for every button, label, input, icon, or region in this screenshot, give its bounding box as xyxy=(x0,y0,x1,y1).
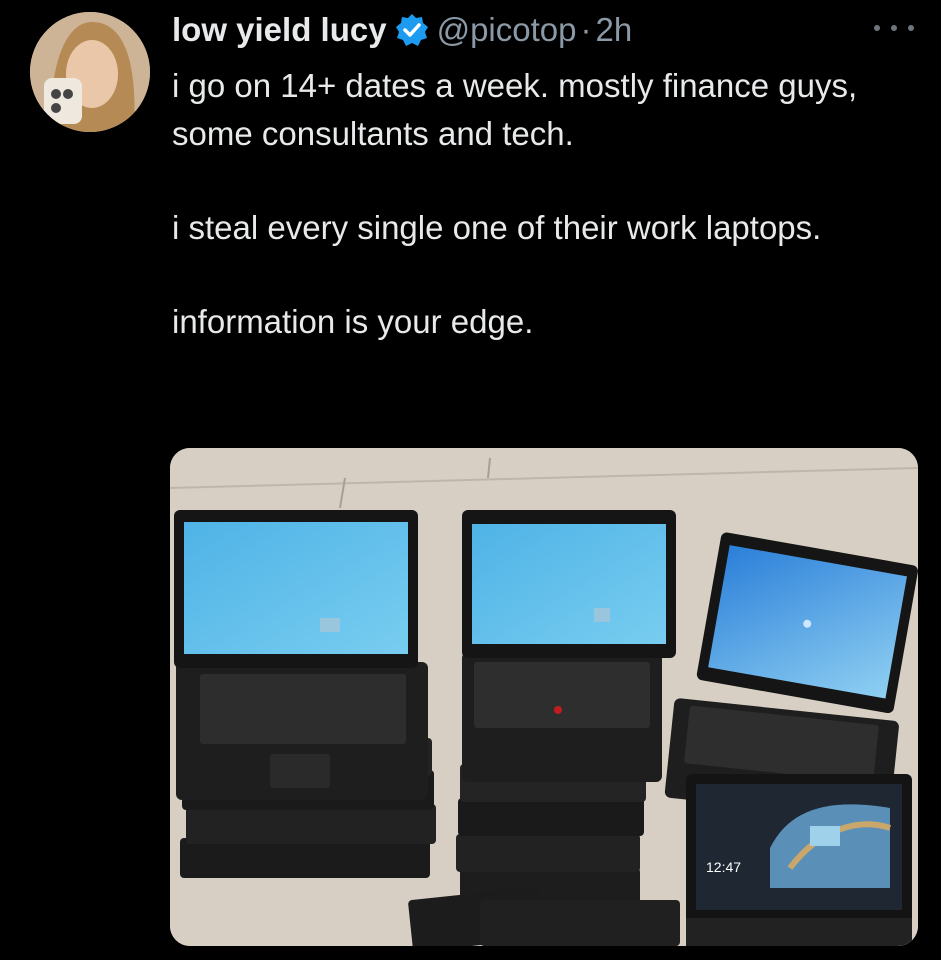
tweet-paragraph: i go on 14+ dates a week. mostly finance… xyxy=(172,67,858,152)
tweet-timestamp[interactable]: 2h xyxy=(596,11,633,49)
tweet-paragraph: information is your edge. xyxy=(172,303,534,340)
avatar[interactable] xyxy=(30,12,150,132)
verified-badge-icon xyxy=(395,13,429,47)
tweet-paragraph: i steal every single one of their work l… xyxy=(172,209,822,246)
meta-separator: · xyxy=(580,11,592,48)
avatar-image xyxy=(30,12,150,132)
laptops-photo: 12:47 xyxy=(170,448,918,946)
tweet-text: i go on 14+ dates a week. mostly finance… xyxy=(172,62,922,346)
laptop-clock: 12:47 xyxy=(706,859,741,875)
more-options-icon[interactable] xyxy=(874,18,914,38)
tweet-media-photo[interactable]: 12:47 xyxy=(170,448,918,946)
user-handle[interactable]: @picotop xyxy=(437,11,577,49)
display-name[interactable]: low yield lucy xyxy=(172,11,387,49)
tweet-header: low yield lucy @picotop · 2h xyxy=(172,8,912,52)
